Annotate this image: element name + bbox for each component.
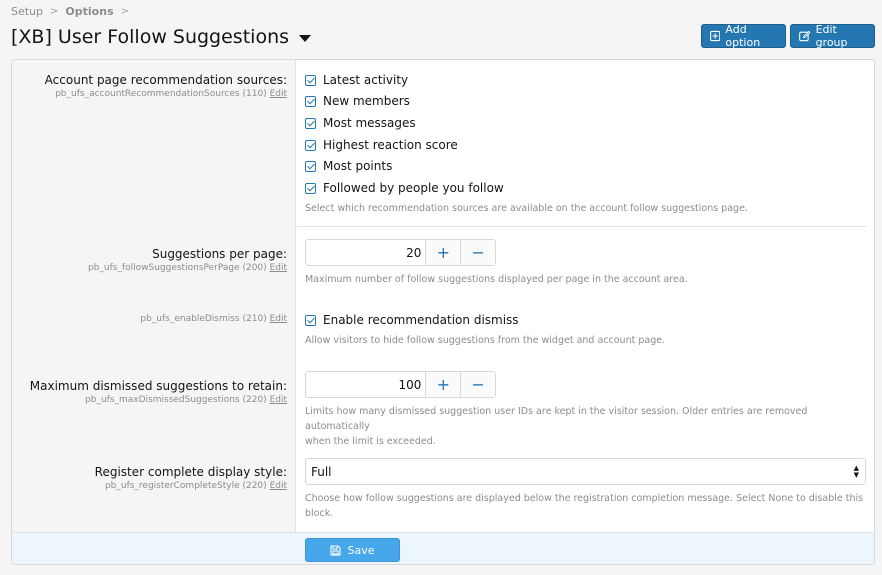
- checkbox-label: Followed by people you follow: [323, 181, 504, 195]
- page-title[interactable]: [XB] User Follow Suggestions: [11, 26, 312, 48]
- breadcrumb-setup[interactable]: Setup: [11, 5, 43, 18]
- per-page-edit-link[interactable]: Edit: [270, 263, 287, 273]
- caret-down-icon[interactable]: [299, 34, 312, 42]
- checkbox-label: New members: [323, 94, 410, 108]
- display-style-label: Register complete display style:: [94, 465, 287, 479]
- max-dismissed-option-id: pb_ufs_maxDismissedSuggestions (220): [85, 395, 267, 405]
- per-page-stepper[interactable]: 20 + −: [305, 239, 496, 266]
- checkbox-checked-icon[interactable]: [305, 314, 316, 326]
- dismiss-edit-link[interactable]: Edit: [270, 314, 287, 324]
- display-style-hint: Choose how follow suggestions are displa…: [305, 491, 865, 521]
- checkbox-followed-by-people[interactable]: Followed by people you follow: [305, 181, 504, 195]
- checkbox-checked-icon[interactable]: [305, 160, 316, 172]
- edit-group-button[interactable]: Edit group: [790, 23, 875, 49]
- dismiss-hint: Allow visitors to hide follow suggestion…: [305, 335, 666, 346]
- edit-icon: [799, 30, 811, 42]
- max-dismissed-hint: Limits how many dismissed suggestion use…: [305, 404, 865, 449]
- sources-edit-link[interactable]: Edit: [270, 89, 287, 99]
- dismiss-option-id: pb_ufs_enableDismiss (210): [140, 314, 267, 324]
- max-dismissed-input[interactable]: 100: [306, 372, 425, 397]
- breadcrumb-options[interactable]: Options: [65, 5, 113, 18]
- checkbox-checked-icon[interactable]: [305, 117, 316, 129]
- save-icon: [330, 544, 342, 556]
- dismiss-label-block: pb_ufs_enableDismiss (210) Edit: [17, 312, 287, 324]
- save-button[interactable]: Save: [305, 538, 400, 562]
- display-style-label-block: Register complete display style: pb_ufs_…: [17, 465, 287, 491]
- per-page-label-block: Suggestions per page: pb_ufs_followSugge…: [17, 247, 287, 273]
- sources-label: Account page recommendation sources:: [44, 73, 287, 87]
- edit-group-label: Edit group: [815, 23, 848, 49]
- save-label: Save: [347, 543, 375, 557]
- breadcrumb-separator: >: [50, 6, 59, 17]
- per-page-meta: pb_ufs_followSuggestionsPerPage (200) Ed…: [17, 263, 287, 273]
- checkbox-highest-reaction-score[interactable]: Highest reaction score: [305, 138, 458, 152]
- page-title-text: [XB] User Follow Suggestions: [11, 26, 290, 48]
- display-style-hint-line: block.: [305, 508, 334, 519]
- checkbox-checked-icon[interactable]: [305, 139, 316, 151]
- checkbox-checked-icon[interactable]: [305, 182, 316, 194]
- checkbox-checked-icon[interactable]: [305, 95, 316, 107]
- sources-label-block: Account page recommendation sources: pb_…: [17, 73, 287, 99]
- select-arrows-icon: ▲ ▼: [853, 464, 859, 479]
- max-dismissed-hint-line: Limits how many dismissed suggestion use…: [305, 406, 808, 432]
- checkbox-most-points[interactable]: Most points: [305, 159, 392, 173]
- max-dismissed-label-block: Maximum dismissed suggestions to retain:…: [17, 379, 287, 405]
- checkbox-label: Most messages: [323, 116, 416, 130]
- checkbox-label: Latest activity: [323, 73, 409, 87]
- checkbox-new-members[interactable]: New members: [305, 94, 410, 108]
- checkbox-most-messages[interactable]: Most messages: [305, 116, 416, 130]
- checkbox-enable-dismiss[interactable]: Enable recommendation dismiss: [305, 313, 519, 327]
- checkbox-checked-icon[interactable]: [305, 74, 316, 86]
- form-footer: Save: [12, 532, 874, 564]
- decrement-button[interactable]: −: [460, 372, 495, 397]
- increment-button[interactable]: +: [425, 240, 461, 265]
- sources-option-id: pb_ufs_accountRecommendationSources (110…: [55, 89, 267, 99]
- sources-hint: Select which recommendation sources are …: [305, 203, 748, 214]
- checkbox-label: Highest reaction score: [323, 138, 458, 152]
- add-option-label: Add option: [725, 23, 761, 49]
- decrement-button[interactable]: −: [460, 240, 495, 265]
- display-style-hint-line: Choose how follow suggestions are displa…: [305, 493, 864, 504]
- options-panel: Account page recommendation sources: pb_…: [11, 59, 875, 565]
- max-dismissed-edit-link[interactable]: Edit: [270, 395, 287, 405]
- dismiss-meta: pb_ufs_enableDismiss (210) Edit: [17, 314, 287, 324]
- checkbox-latest-activity[interactable]: Latest activity: [305, 73, 408, 87]
- breadcrumb-separator: >: [120, 6, 130, 17]
- add-option-button[interactable]: Add option: [701, 23, 786, 49]
- plus-square-icon: [710, 30, 721, 42]
- display-style-option-id: pb_ufs_registerCompleteStyle (220): [104, 481, 267, 491]
- divider: [297, 226, 867, 227]
- breadcrumb: Setup > Options >: [11, 5, 136, 18]
- display-style-meta: pb_ufs_registerCompleteStyle (220) Edit: [17, 481, 287, 491]
- per-page-hint: Maximum number of follow suggestions dis…: [305, 274, 688, 285]
- increment-button[interactable]: +: [425, 372, 461, 397]
- max-dismissed-stepper[interactable]: 100 + −: [305, 371, 496, 398]
- max-dismissed-hint-line: when the limit is exceeded.: [305, 436, 436, 447]
- checkbox-label: Enable recommendation dismiss: [323, 313, 519, 327]
- per-page-input[interactable]: 20: [306, 240, 425, 265]
- display-style-select[interactable]: Full ▲ ▼: [305, 458, 866, 485]
- max-dismissed-meta: pb_ufs_maxDismissedSuggestions (220) Edi…: [17, 395, 287, 405]
- sources-meta: pb_ufs_accountRecommendationSources (110…: [17, 89, 287, 99]
- display-style-edit-link[interactable]: Edit: [270, 481, 287, 491]
- labels-column: [12, 60, 296, 532]
- checkbox-label: Most points: [323, 159, 393, 173]
- max-dismissed-label: Maximum dismissed suggestions to retain:: [29, 379, 287, 393]
- per-page-label: Suggestions per page:: [152, 247, 287, 261]
- display-style-selected: Full: [311, 464, 332, 479]
- per-page-option-id: pb_ufs_followSuggestionsPerPage (200): [87, 263, 267, 273]
